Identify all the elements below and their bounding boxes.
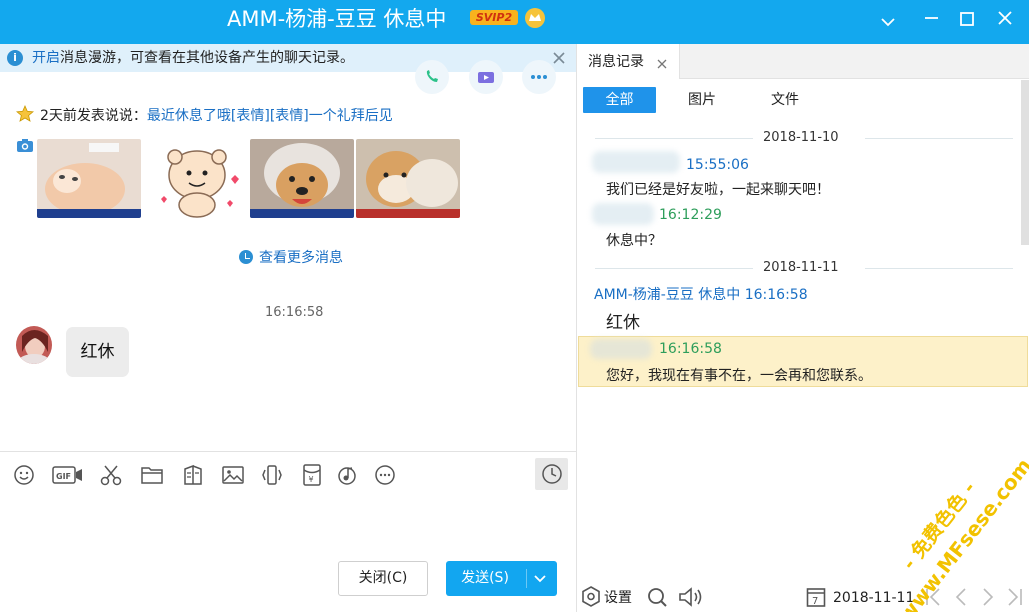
- clock-icon: [239, 250, 253, 264]
- send-separator: [526, 569, 527, 588]
- record-timestamp: 16:16:58: [659, 341, 722, 357]
- record-text[interactable]: 休息中？: [606, 232, 662, 250]
- video-call-button[interactable]: [469, 60, 503, 94]
- blurred-sender: [590, 339, 652, 359]
- record-text[interactable]: 您好，我现在有事不在，一会再和您联系。: [606, 367, 872, 385]
- minimize-icon[interactable]: [917, 8, 945, 36]
- red-packet-icon[interactable]: ¥: [300, 463, 324, 487]
- scissors-icon[interactable]: [99, 463, 123, 487]
- tab-message-history[interactable]: 消息记录: [577, 44, 680, 79]
- record-text[interactable]: 红休: [606, 312, 640, 334]
- shake-icon[interactable]: [260, 463, 284, 487]
- photo-thumbnail[interactable]: [356, 139, 460, 218]
- filter-all[interactable]: 全部: [583, 87, 656, 113]
- camera-icon: [16, 138, 34, 153]
- tab-message-history-label: 消息记录: [588, 54, 644, 70]
- title-bar[interactable]: AMM-杨浦-豆豆 休息中 SVIP2: [0, 0, 1029, 44]
- settings-icon[interactable]: [581, 586, 601, 612]
- date-separator: 2018-11-10: [595, 130, 1013, 146]
- last-page-icon[interactable]: [1006, 586, 1024, 612]
- date-label: 2018-11-10: [763, 130, 839, 145]
- enable-roaming-link[interactable]: 开启: [32, 50, 60, 66]
- message-input[interactable]: [0, 495, 576, 550]
- gif-icon[interactable]: GIF: [52, 463, 84, 487]
- close-icon[interactable]: [991, 8, 1019, 36]
- banner-text: 开启消息漫游，可查看在其他设备产生的聊天记录。: [32, 49, 354, 67]
- view-more-messages-link[interactable]: 查看更多消息: [239, 249, 343, 267]
- banner-message: 消息漫游，可查看在其他设备产生的聊天记录。: [60, 50, 354, 66]
- music-icon[interactable]: [336, 463, 360, 487]
- speaker-icon[interactable]: [678, 586, 706, 612]
- history-date-field[interactable]: 2018-11-11: [833, 589, 914, 607]
- chat-message-bubble[interactable]: 红休: [66, 327, 129, 377]
- calendar-day: 7: [812, 596, 818, 607]
- photo-thumbnail[interactable]: [143, 139, 247, 218]
- photo-thumbnail[interactable]: [37, 139, 141, 218]
- record-timestamp: 15:55:06: [686, 157, 749, 173]
- window-title: AMM-杨浦-豆豆 休息中: [227, 7, 447, 31]
- status-post: 2天前发表说说：最近休息了哦[表情][表情]一个礼拜后见: [40, 107, 393, 125]
- scrollbar[interactable]: [1021, 80, 1029, 245]
- doc-icon[interactable]: [181, 463, 205, 487]
- watermark-line1: - 免费色色 -: [897, 477, 980, 574]
- calendar-icon[interactable]: 7: [806, 586, 826, 612]
- avatar[interactable]: [16, 326, 52, 364]
- blurred-sender: [592, 203, 654, 225]
- record-text[interactable]: 我们已经是好友啦，一起来聊天吧！: [606, 181, 830, 199]
- panel-divider: [576, 44, 577, 612]
- composer-divider: [0, 451, 576, 452]
- photo-thumbnail[interactable]: [250, 139, 354, 218]
- send-button[interactable]: 发送(S): [446, 561, 557, 596]
- star-icon: [16, 104, 34, 123]
- svg-text:¥: ¥: [309, 475, 314, 484]
- banner-close-icon[interactable]: [551, 50, 567, 66]
- filter-files[interactable]: 文件: [755, 87, 815, 113]
- next-page-icon[interactable]: [980, 586, 996, 612]
- view-more-label: 查看更多消息: [259, 250, 343, 266]
- prev-page-icon[interactable]: [953, 586, 969, 612]
- svg-text:GIF: GIF: [56, 472, 71, 481]
- info-icon: i: [7, 50, 23, 66]
- send-label: 发送(S): [461, 570, 509, 586]
- chat-window: AMM-杨浦-豆豆 休息中 SVIP2 i 开启消息漫游，可查看在其他设备产生的…: [0, 0, 1029, 612]
- status-post-link[interactable]: 最近休息了哦[表情][表情]一个礼拜后见: [147, 108, 393, 124]
- message-history-button[interactable]: [535, 458, 568, 490]
- message-timestamp: 16:16:58: [265, 305, 324, 320]
- maximize-icon[interactable]: [953, 8, 981, 36]
- tab-strip: [680, 44, 1029, 79]
- record-timestamp: 16:12:29: [659, 207, 722, 223]
- date-label: 2018-11-11: [763, 260, 839, 275]
- send-options-chevron-icon[interactable]: [533, 572, 547, 590]
- tab-close-icon[interactable]: [657, 57, 667, 73]
- image-icon[interactable]: [221, 463, 245, 487]
- date-separator: 2018-11-11: [595, 260, 1013, 276]
- voice-call-button[interactable]: [415, 60, 449, 94]
- status-prefix: 2天前发表说说：: [40, 108, 147, 124]
- svip-badge[interactable]: SVIP2: [470, 10, 518, 25]
- chevron-down-icon[interactable]: [874, 8, 902, 36]
- first-page-icon[interactable]: [924, 586, 942, 612]
- close-button[interactable]: 关闭(C): [338, 561, 428, 596]
- folder-icon[interactable]: [140, 463, 164, 487]
- filter-images[interactable]: 图片: [672, 87, 732, 113]
- settings-label[interactable]: 设置: [604, 589, 632, 607]
- record-sender: AMM-杨浦-豆豆 休息中 16:16:58: [594, 287, 808, 303]
- search-icon[interactable]: [646, 586, 668, 612]
- blurred-sender: [592, 151, 680, 173]
- crown-icon[interactable]: [524, 7, 546, 29]
- emoji-icon[interactable]: [12, 463, 36, 487]
- more-options-button[interactable]: [522, 60, 556, 94]
- more-icon[interactable]: [373, 463, 397, 487]
